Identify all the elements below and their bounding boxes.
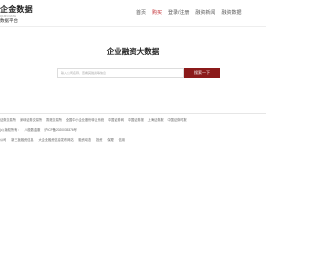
footer-link[interactable]: 中国证券网 <box>108 118 124 122</box>
footer-bottom-link[interactable]: 公司 <box>0 138 6 142</box>
footer-bottom-link[interactable]: 大企业融资信息发布网站 <box>38 138 73 142</box>
nav-financing-news[interactable]: 融资新闻 <box>195 10 215 17</box>
footer-link[interactable]: 深圳证券交易所 <box>20 118 42 122</box>
header-divider <box>0 26 266 27</box>
logo-tagline: 数据平台 <box>0 18 18 23</box>
footer-link[interactable]: 中国证券报 <box>128 118 144 122</box>
main-nav: 首页 购买 登录/注册 融资新闻 融资数据 <box>136 10 247 17</box>
search-button[interactable]: 搜索一下 <box>184 68 220 78</box>
nav-login-register[interactable]: 登录/注册 <box>168 10 189 17</box>
footer-divider <box>0 113 266 114</box>
footer-link[interactable]: 上海证券报 <box>148 118 164 122</box>
site-logo[interactable]: 企金数据 QIJIN DATA 数据平台 <box>0 6 33 24</box>
footer-link[interactable]: 证券交易所 <box>0 118 16 122</box>
nav-home[interactable]: 首页 <box>136 10 146 17</box>
search-input[interactable] <box>58 69 186 77</box>
footer-link[interactable]: 中国证券时报 <box>167 118 186 122</box>
footer-bottom-link[interactable]: 投资 <box>96 138 102 142</box>
header: 企金数据 QIJIN DATA 数据平台 首页 购买 登录/注册 融资新闻 融资… <box>0 0 266 26</box>
footer-links: 证券交易所 深圳证券交易所 香港交易所 全国中小企业股份转让系统 中国证券网 中… <box>0 118 190 123</box>
nav-buy[interactable]: 购买 <box>152 10 162 17</box>
page-title: 企业融资大数据 <box>106 47 160 56</box>
footer-bottom-link[interactable]: 融资动态 <box>78 138 91 142</box>
footer-link[interactable]: 全国中小企业股份转让系统 <box>66 118 104 122</box>
copyright: (c) 版权所有： 川投数金服 沪ICP备2020035376号 <box>0 128 80 133</box>
footer-bottom-link[interactable]: 信用 <box>119 138 125 142</box>
footer-bottom-link[interactable]: 新三板融资信息 <box>11 138 33 142</box>
footer-link[interactable]: 香港交易所 <box>46 118 62 122</box>
icp-number[interactable]: 沪ICP备2020035376号 <box>44 128 77 132</box>
copyright-owner: 川投数金服 <box>24 128 41 132</box>
footer-bottom-link[interactable]: 保理 <box>107 138 113 142</box>
nav-financing-data[interactable]: 融资数据 <box>221 10 241 17</box>
copyright-label: (c) 版权所有： <box>0 128 21 132</box>
search-box <box>57 68 186 78</box>
logo-title: 企金数据 <box>0 5 33 14</box>
footer-bottom-links: 公司 新三板融资信息 大企业融资信息发布网站 融资动态 投资 保理 信用 <box>0 138 129 143</box>
